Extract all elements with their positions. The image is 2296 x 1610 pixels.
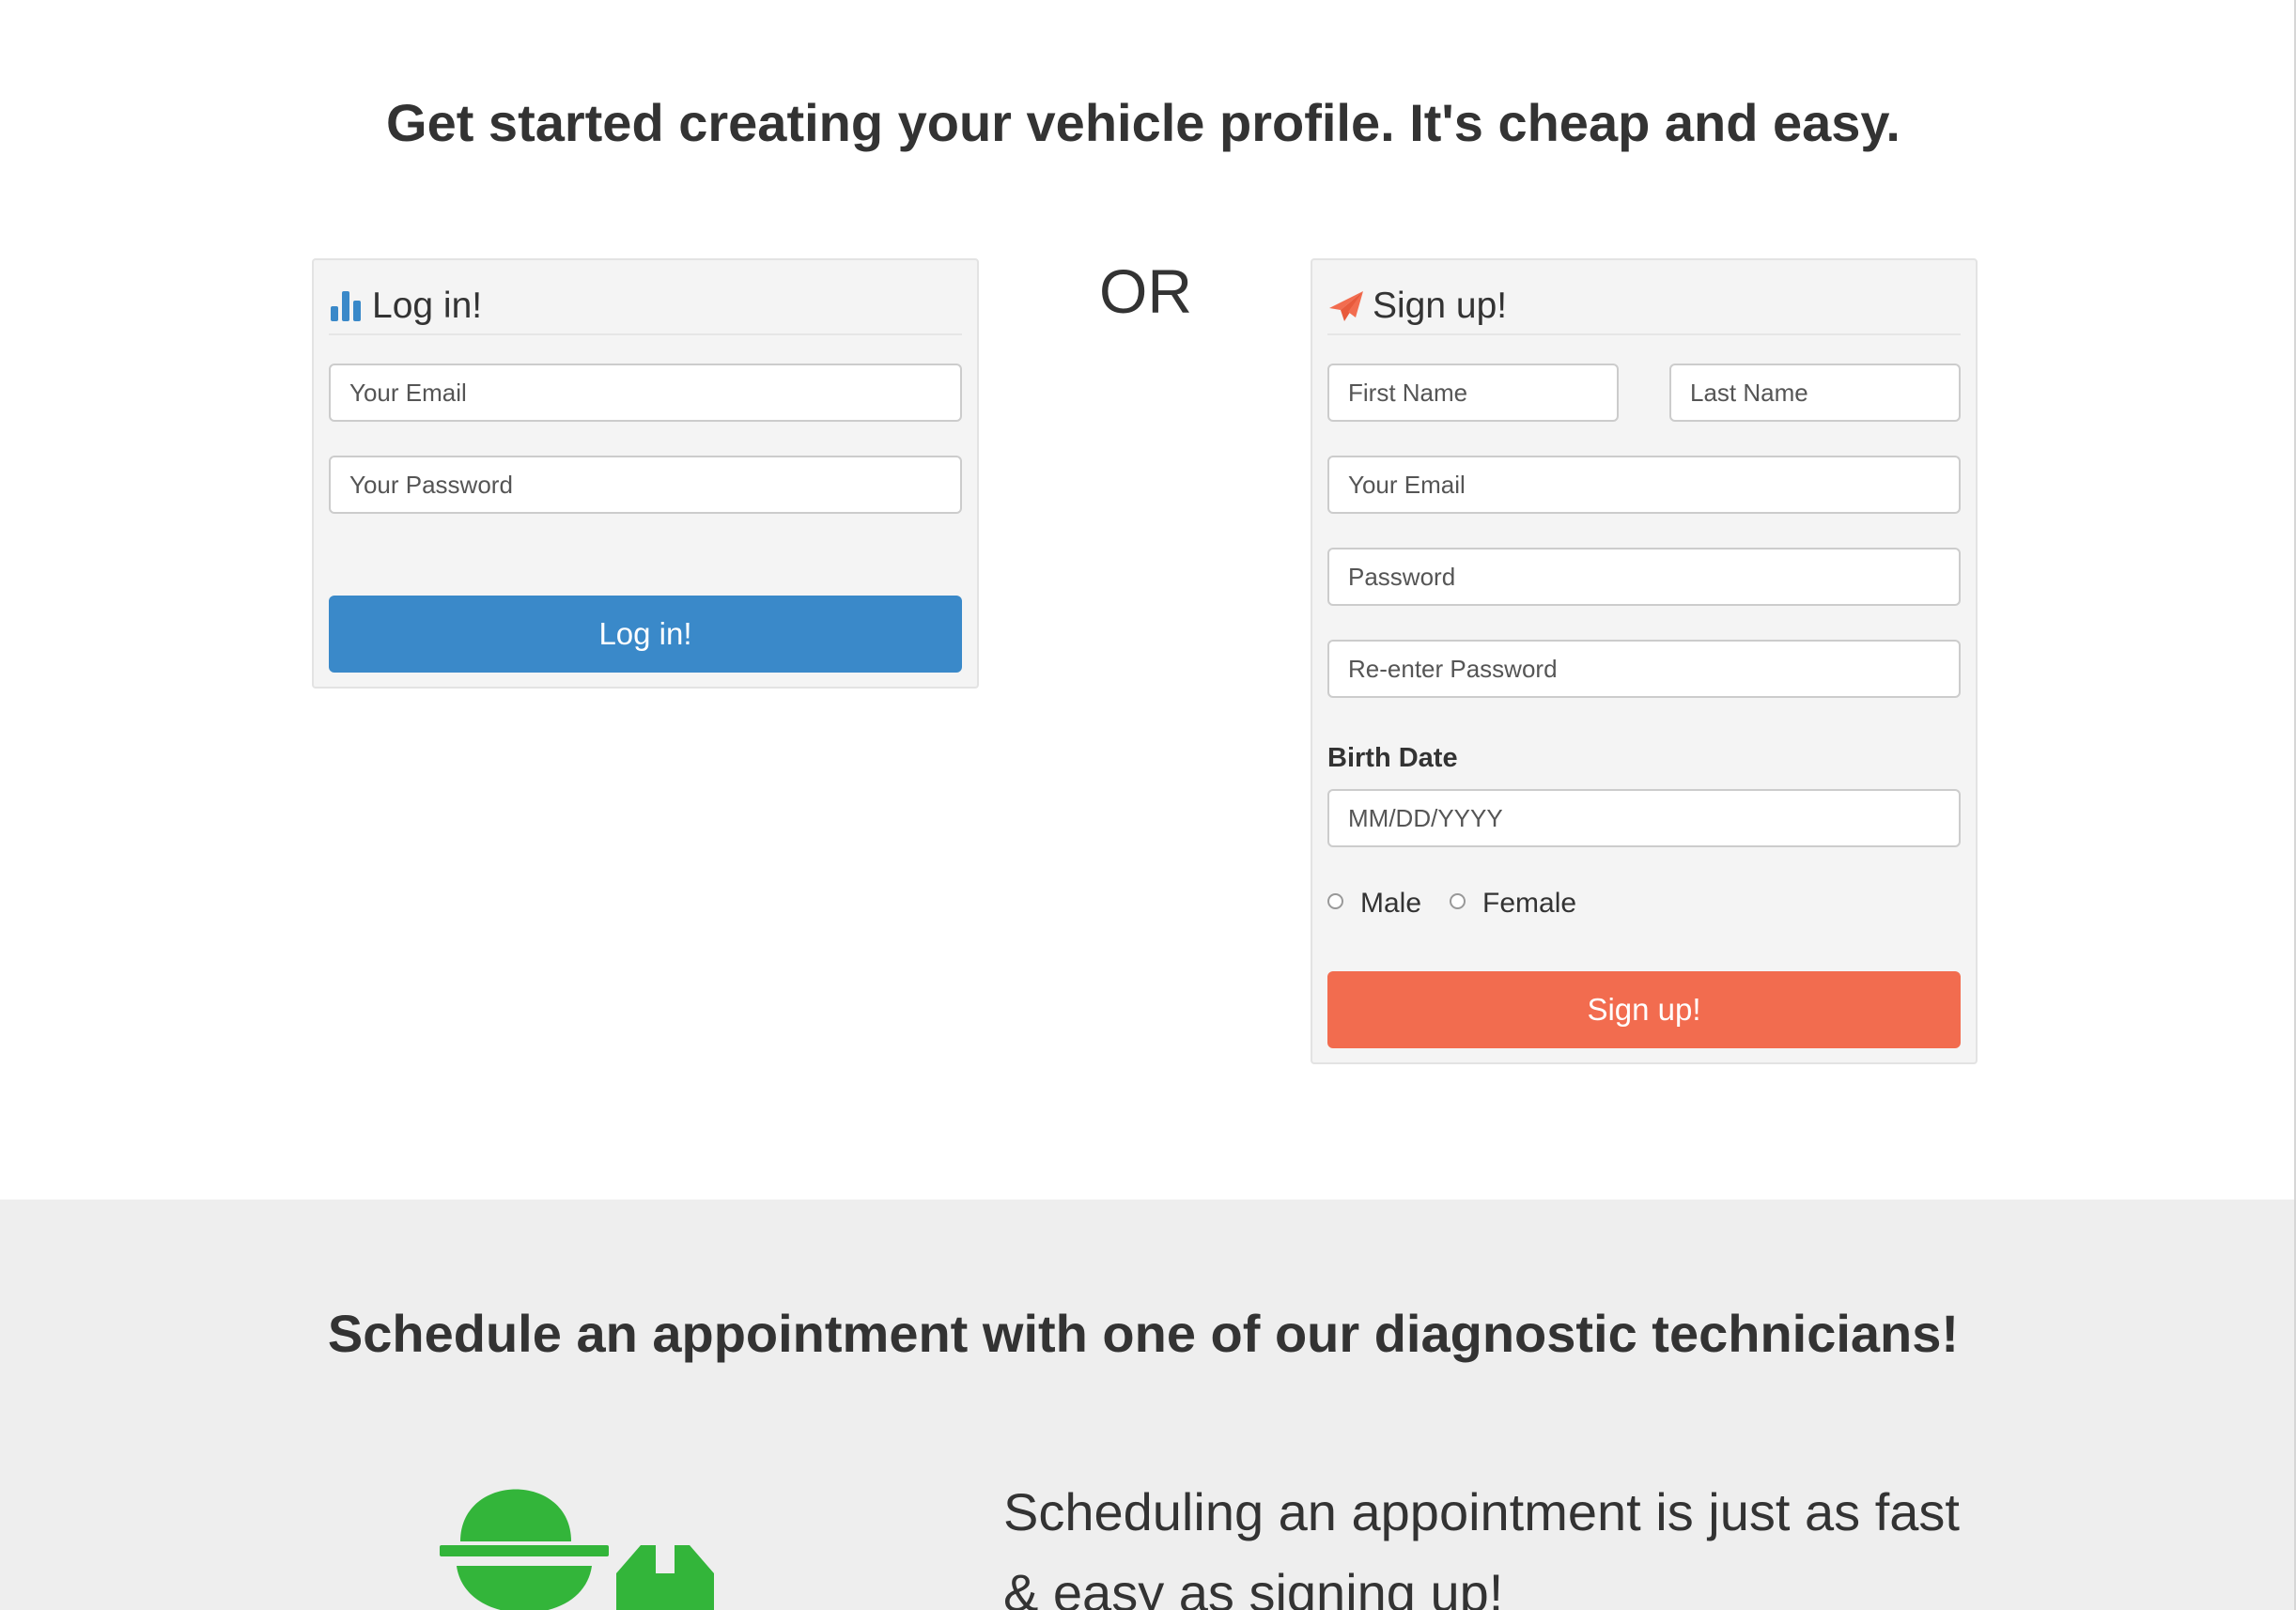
login-password-input[interactable] (329, 456, 962, 514)
gender-radio-group: Male Female (1327, 888, 1605, 920)
bar-chart-icon (329, 289, 365, 323)
appointment-section: Schedule an appointment with one of our … (0, 1200, 2296, 1610)
paper-plane-icon (1327, 289, 1365, 323)
signup-panel-title: Sign up! (1327, 279, 1961, 335)
appointment-description: Scheduling an appointment is just as fas… (1003, 1482, 1960, 1610)
first-name-input[interactable] (1327, 364, 1619, 422)
signup-title-text: Sign up! (1373, 286, 1508, 326)
getting-started-section: Get started creating your vehicle profil… (0, 0, 2296, 1200)
birth-date-label: Birth Date (1327, 743, 1458, 773)
gender-male-label: Male (1360, 888, 1422, 919)
gender-option-male[interactable]: Male (1327, 888, 1421, 920)
login-title-text: Log in! (372, 286, 483, 326)
login-panel: Log in! Log in! (312, 258, 979, 689)
technician-wrench-icon (440, 1463, 740, 1610)
signup-email-input[interactable] (1327, 456, 1961, 514)
or-separator: OR (1099, 256, 1192, 326)
radio-male[interactable] (1327, 892, 1343, 909)
birth-date-input[interactable] (1327, 789, 1961, 847)
page-headline: Get started creating your vehicle profil… (386, 93, 1900, 152)
signup-password-input[interactable] (1327, 548, 1961, 606)
page: Get started creating your vehicle profil… (0, 0, 2296, 1610)
gender-female-label: Female (1482, 888, 1577, 919)
login-panel-title: Log in! (329, 279, 962, 335)
reenter-password-input[interactable] (1327, 640, 1961, 698)
radio-female[interactable] (1450, 892, 1466, 909)
appointment-heading: Schedule an appointment with one of our … (327, 1304, 1960, 1363)
login-email-input[interactable] (329, 364, 962, 422)
signup-panel: Sign up! Birth Date Male Female Sign up! (1311, 258, 1978, 1064)
signup-button[interactable]: Sign up! (1327, 971, 1961, 1048)
login-button[interactable]: Log in! (329, 596, 962, 673)
gender-option-female[interactable]: Female (1450, 888, 1576, 920)
last-name-input[interactable] (1669, 364, 1961, 422)
